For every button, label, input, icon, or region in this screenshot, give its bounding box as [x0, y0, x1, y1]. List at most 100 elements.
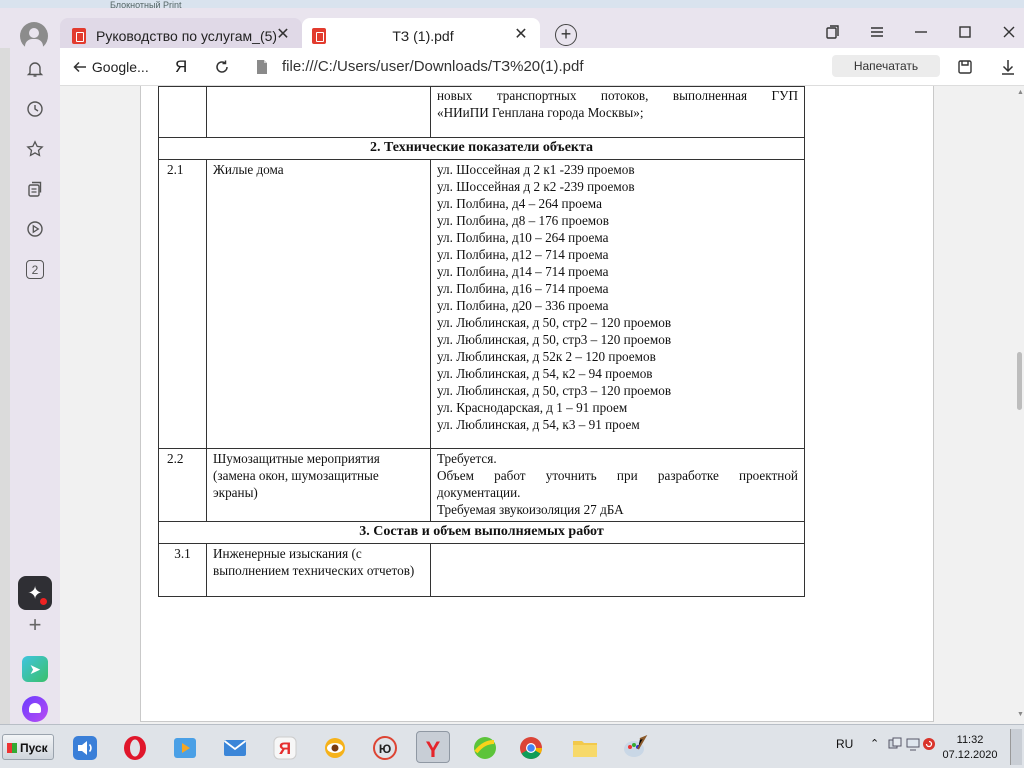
- document-table: новых транспортных потоков, выполненная …: [158, 86, 805, 597]
- messenger-app-icon[interactable]: ➤: [22, 656, 48, 682]
- back-label: Google...: [91, 59, 149, 75]
- sparkle-icon[interactable]: ✦: [18, 576, 52, 610]
- row-number: 3.1: [158, 543, 207, 597]
- scrollbar-thumb[interactable]: [1017, 352, 1022, 410]
- screen: Блокнотный Print Руководство по услугам_…: [0, 0, 1024, 768]
- minimize-button[interactable]: [910, 24, 932, 46]
- clock-time: 11:32: [956, 734, 984, 746]
- row-name: Жилые дома: [206, 159, 431, 449]
- svg-text:Y: Y: [426, 737, 441, 762]
- browser-tab-bar: Руководство по услугам_(5) ✕ ТЗ (1).pdf …: [0, 8, 1024, 54]
- window-close-button[interactable]: [998, 24, 1020, 46]
- language-indicator[interactable]: RU: [836, 737, 853, 751]
- section-row: 3. Состав и объем выполняемых работ: [158, 521, 805, 544]
- save-copy-icon[interactable]: [956, 56, 974, 78]
- collections-icon[interactable]: [24, 180, 46, 202]
- system-clock[interactable]: 11:32 07.12.2020: [940, 733, 1000, 763]
- svg-text:Ю: Ю: [379, 742, 391, 756]
- table-row: 2.1 Жилые дома ул. Шоссейная д 2 к1 -239…: [158, 159, 805, 449]
- cell-text: документации.: [437, 485, 521, 500]
- print-button[interactable]: Напечатать: [832, 55, 940, 77]
- row-name: Шумозащитные мероприятия (замена окон, ш…: [206, 448, 431, 522]
- scroll-up-icon[interactable]: ▲: [1017, 89, 1024, 96]
- menu-icon[interactable]: [866, 24, 888, 46]
- close-icon[interactable]: ✕: [512, 26, 530, 44]
- file-icon: [255, 56, 269, 78]
- cell-text: Требуемая звукоизоляция 27 дБА: [437, 502, 624, 517]
- collections-icon[interactable]: [822, 24, 844, 46]
- mail-icon[interactable]: [218, 731, 252, 763]
- arrow-left-icon: [73, 61, 86, 73]
- list-item: ул. Полбина, д20 – 336 проема: [437, 298, 609, 313]
- green-app-icon[interactable]: [468, 731, 502, 763]
- list-item: ул. Полбина, д8 – 176 проемов: [437, 213, 609, 228]
- history-icon[interactable]: [24, 100, 46, 122]
- yandex-logo-icon[interactable]: Я: [175, 56, 187, 78]
- sound-icon[interactable]: [68, 731, 102, 763]
- list-item: ул. Полбина, д12 – 714 проема: [437, 247, 609, 262]
- list-item: ул. Полбина, д14 – 714 проема: [437, 264, 609, 279]
- table-row: новых транспортных потоков, выполненная …: [158, 86, 805, 138]
- section-row: 2. Технические показатели объекта: [158, 137, 805, 160]
- row-number: 2.2: [158, 448, 207, 522]
- media-player-icon[interactable]: [168, 731, 202, 763]
- maximize-button[interactable]: [954, 24, 976, 46]
- list-item: ул. Люблинская, д 54, к2 – 94 проемов: [437, 366, 653, 381]
- table-row: 3.1 Инженерные изыскания (с выполнением …: [158, 543, 805, 597]
- download-icon[interactable]: [1000, 56, 1016, 78]
- yu-app-icon[interactable]: Ю: [368, 731, 402, 763]
- start-button[interactable]: Пуск: [2, 734, 54, 760]
- list-item: ул. Полбина, д16 – 714 проема: [437, 281, 609, 296]
- list-item: ул. Люблинская, д 50, стр3 – 120 проемов: [437, 332, 672, 347]
- windows-logo-icon: [7, 743, 17, 753]
- tray-expand-icon[interactable]: ⌃: [870, 737, 879, 750]
- update-alert-icon[interactable]: [922, 737, 936, 754]
- chrome-icon[interactable]: [514, 731, 548, 763]
- folder-icon[interactable]: [568, 731, 602, 763]
- section-title: 2. Технические показатели объекта: [158, 137, 805, 160]
- list-item: ул. Люблинская, д 50, стр3 – 120 проемов: [437, 383, 672, 398]
- notification-dot: [40, 598, 47, 605]
- pdf-viewer[interactable]: новых транспортных потоков, выполненная …: [60, 86, 1024, 724]
- list-item: ул. Полбина, д4 – 264 проема: [437, 196, 602, 211]
- paint-icon[interactable]: [618, 731, 652, 763]
- bell-icon[interactable]: [24, 60, 46, 82]
- close-icon[interactable]: ✕: [274, 26, 292, 44]
- yandex-browser-icon[interactable]: Я: [268, 731, 302, 763]
- eye-app-icon[interactable]: [318, 731, 352, 763]
- yandex-icon[interactable]: Y: [416, 731, 450, 763]
- browser-sidebar: 2 ✦ + ➤: [10, 48, 60, 724]
- cell-text: Требуется.: [437, 451, 497, 466]
- play-icon[interactable]: [24, 220, 46, 242]
- taskbar: Пуск Я Ю Y RU ⌃ 11:32 07.12.2020: [0, 724, 1024, 768]
- star-icon[interactable]: [24, 140, 46, 162]
- start-label: Пуск: [20, 741, 48, 755]
- monitor-icon[interactable]: [906, 737, 920, 754]
- list-item: ул. Люблинская, д 54, к3 – 91 проем: [437, 417, 640, 432]
- row-value: Требуется. Объем работ уточнить при разр…: [430, 448, 805, 522]
- scroll-down-icon[interactable]: ▼: [1017, 711, 1024, 718]
- section-title: 3. Состав и объем выполняемых работ: [158, 521, 805, 544]
- new-tab-button[interactable]: +: [555, 24, 577, 46]
- reload-icon[interactable]: [214, 56, 230, 78]
- table-row: 2.2 Шумозащитные мероприятия (замена око…: [158, 448, 805, 522]
- back-button[interactable]: Google...: [72, 56, 149, 78]
- address-bar: Google... Я file:///C:/Users/user/Downlo…: [60, 48, 1024, 86]
- clock-date: 07.12.2020: [942, 749, 998, 761]
- network-icon[interactable]: [888, 737, 902, 754]
- show-desktop-button[interactable]: [1010, 729, 1022, 765]
- url-text[interactable]: file:///C:/Users/user/Downloads/ТЗ%20(1)…: [282, 56, 584, 78]
- vertical-scrollbar[interactable]: ▲ ▼: [1016, 86, 1024, 724]
- cell-text: Объем работ уточнить при разработке прое…: [437, 468, 798, 483]
- background-window-edge: [0, 48, 10, 724]
- profile-avatar-icon[interactable]: [20, 22, 48, 50]
- row-name: Инженерные изыскания (с выполнением техн…: [206, 543, 431, 597]
- add-panel-button[interactable]: +: [24, 614, 46, 636]
- tabs-count-badge[interactable]: 2: [26, 260, 44, 279]
- alice-assistant-icon[interactable]: [22, 696, 48, 722]
- cell-text: новых транспортных потоков, выполненная …: [437, 88, 798, 103]
- list-item: ул. Краснодарская, д 1 – 91 проем: [437, 400, 628, 415]
- list-item: ул. Шоссейная д 2 к2 -239 проемов: [437, 179, 635, 194]
- opera-icon[interactable]: [118, 731, 152, 763]
- list-item: ул. Люблинская, д 52к 2 – 120 проемов: [437, 349, 656, 364]
